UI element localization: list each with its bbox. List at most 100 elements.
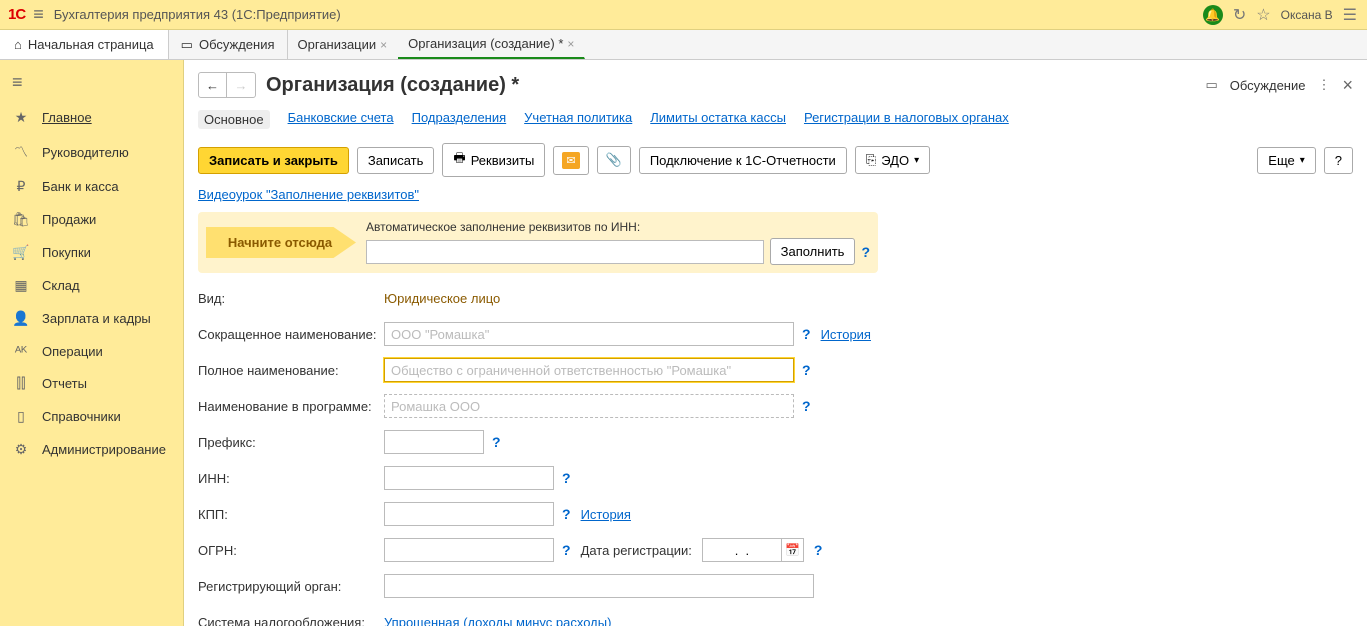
connect-reporting-button[interactable]: Подключение к 1С-Отчетности (639, 147, 847, 174)
more-button[interactable]: Еще▾ (1257, 147, 1315, 174)
sidebar-item-sales[interactable]: 🛍 Продажи (0, 203, 183, 236)
kpp-label: КПП: (198, 507, 384, 522)
help-icon[interactable]: ? (802, 398, 811, 414)
close-icon[interactable]: × (1342, 75, 1353, 96)
notification-bell-icon[interactable]: 🔔 (1203, 5, 1223, 25)
home-icon: ⌂ (14, 37, 22, 52)
nav-forward-button: → (227, 73, 255, 97)
paperclip-icon: 📎 (606, 152, 622, 168)
full-name-input[interactable] (384, 358, 794, 382)
help-icon[interactable]: ? (861, 244, 870, 260)
sidebar-item-warehouse[interactable]: ▦ Склад (0, 269, 183, 302)
sidebar-item-label: Склад (42, 278, 80, 293)
sidebar-item-references[interactable]: ▯Справочники (0, 400, 183, 433)
inn-input[interactable] (384, 466, 554, 490)
auto-fill-label: Автоматическое заполнение реквизитов по … (366, 220, 870, 234)
subtab-departments[interactable]: Подразделения (412, 110, 507, 129)
help-icon[interactable]: ? (562, 506, 571, 522)
discussions-tab[interactable]: ▭ Обсуждения (169, 30, 288, 59)
fill-button[interactable]: Заполнить (770, 238, 856, 265)
subtab-tax-registrations[interactable]: Регистрации в налоговых органах (804, 110, 1009, 129)
window-title: Бухгалтерия предприятия 43 (1С:Предприят… (54, 7, 1203, 22)
menu-icon[interactable]: ≡ (33, 4, 44, 25)
short-name-label: Сокращенное наименование: (198, 327, 384, 342)
ogrn-label: ОГРН: (198, 543, 384, 558)
subtab-main[interactable]: Основное (198, 110, 270, 129)
close-icon[interactable]: × (380, 38, 387, 52)
bag-icon: 🛍 (12, 211, 30, 228)
kpp-history-link[interactable]: История (581, 507, 631, 522)
tax-system-link[interactable]: Упрощенная (доходы минус расходы) (384, 615, 611, 626)
sidebar-item-label: Зарплата и кадры (42, 311, 151, 326)
sidebar-item-reports[interactable]: ⫿⫿Отчеты (0, 367, 183, 400)
tab-label: Организация (создание) * (408, 36, 563, 51)
envelope-icon: ✉ (562, 152, 579, 169)
prog-name-input[interactable] (384, 394, 794, 418)
subtab-accounting-policy[interactable]: Учетная политика (524, 110, 632, 129)
page-title: Организация (создание) * (266, 74, 519, 97)
full-name-label: Полное наименование: (198, 363, 384, 378)
video-tutorial-link[interactable]: Видеоурок "Заполнение реквизитов" (198, 187, 419, 202)
discussion-link[interactable]: Обсуждение (1230, 78, 1306, 93)
help-button[interactable]: ? (1324, 147, 1353, 174)
gear-icon: ⚙ (12, 441, 30, 458)
calendar-icon[interactable]: 📅 (781, 539, 803, 561)
tab-organization-create[interactable]: Организация (создание) * × (398, 30, 585, 59)
reg-date-label: Дата регистрации: (581, 543, 692, 558)
vid-label: Вид: (198, 291, 384, 306)
settings-bars-icon[interactable]: ☰ (1343, 5, 1357, 25)
person-icon: 👤 (12, 310, 30, 327)
reg-date-input[interactable] (703, 541, 781, 560)
sidebar-item-label: Операции (42, 344, 103, 359)
prefix-label: Префикс: (198, 435, 384, 450)
sidebar-item-label: Администрирование (42, 442, 166, 457)
sidebar-item-hr[interactable]: 👤 Зарплата и кадры (0, 302, 183, 335)
subtab-cash-limits[interactable]: Лимиты остатка кассы (650, 110, 786, 129)
tab-organizations[interactable]: Организации × (288, 30, 399, 59)
sidebar-item-manager[interactable]: 〽Руководителю (0, 134, 183, 170)
operations-icon: ᴬᴷ (12, 343, 30, 359)
ogrn-input[interactable] (384, 538, 554, 562)
sidebar-item-admin[interactable]: ⚙ Администрирование (0, 433, 183, 466)
home-tab[interactable]: ⌂ Начальная страница (0, 30, 169, 59)
edo-button[interactable]: ⎘ЭДО▾ (855, 146, 930, 174)
save-and-close-button[interactable]: Записать и закрыть (198, 147, 349, 174)
star-icon[interactable]: ☆ (1256, 5, 1270, 25)
requisites-button[interactable]: 🖶Реквизиты (442, 143, 545, 177)
save-button[interactable]: Записать (357, 147, 435, 174)
sidebar-item-bank[interactable]: ₽Банк и касса (0, 170, 183, 203)
tab-label: Организации (298, 37, 377, 52)
close-icon[interactable]: × (567, 37, 574, 51)
sub-tabs: Основное Банковские счета Подразделения … (198, 110, 1353, 129)
reg-org-input[interactable] (384, 574, 814, 598)
history-icon[interactable]: ↻ (1233, 5, 1246, 25)
prefix-input[interactable] (384, 430, 484, 454)
sidebar-item-main[interactable]: ★Главное (0, 101, 183, 134)
grid-icon: ▦ (12, 277, 30, 294)
sidebar-item-operations[interactable]: ᴬᴷ Операции (0, 335, 183, 367)
email-button[interactable]: ✉ (553, 146, 588, 175)
help-icon[interactable]: ? (814, 542, 823, 558)
nav-back-button[interactable]: ← (199, 73, 227, 97)
sidebar-item-label: Банк и касса (42, 179, 119, 194)
edo-label: ЭДО (881, 153, 909, 168)
history-link[interactable]: История (821, 327, 871, 342)
sidebar-item-label: Продажи (42, 212, 96, 227)
help-icon[interactable]: ? (562, 542, 571, 558)
subtab-bank-accounts[interactable]: Банковские счета (288, 110, 394, 129)
attachment-button[interactable]: 📎 (597, 146, 631, 174)
kpp-input[interactable] (384, 502, 554, 526)
sidebar-menu-icon[interactable]: ≡ (0, 64, 183, 101)
help-icon[interactable]: ? (802, 326, 811, 342)
kebab-icon[interactable]: ⋮ (1317, 77, 1330, 93)
help-icon[interactable]: ? (802, 362, 811, 378)
user-name[interactable]: Оксана В (1281, 8, 1333, 22)
reg-date-field[interactable]: 📅 (702, 538, 804, 562)
help-icon[interactable]: ? (492, 434, 501, 450)
help-icon[interactable]: ? (562, 470, 571, 486)
reg-org-label: Регистрирующий орган: (198, 579, 384, 594)
start-block: Начните отсюда Автоматическое заполнение… (198, 212, 878, 273)
inn-autofill-input[interactable] (366, 240, 764, 264)
sidebar-item-purchases[interactable]: 🛒Покупки (0, 236, 183, 269)
short-name-input[interactable] (384, 322, 794, 346)
